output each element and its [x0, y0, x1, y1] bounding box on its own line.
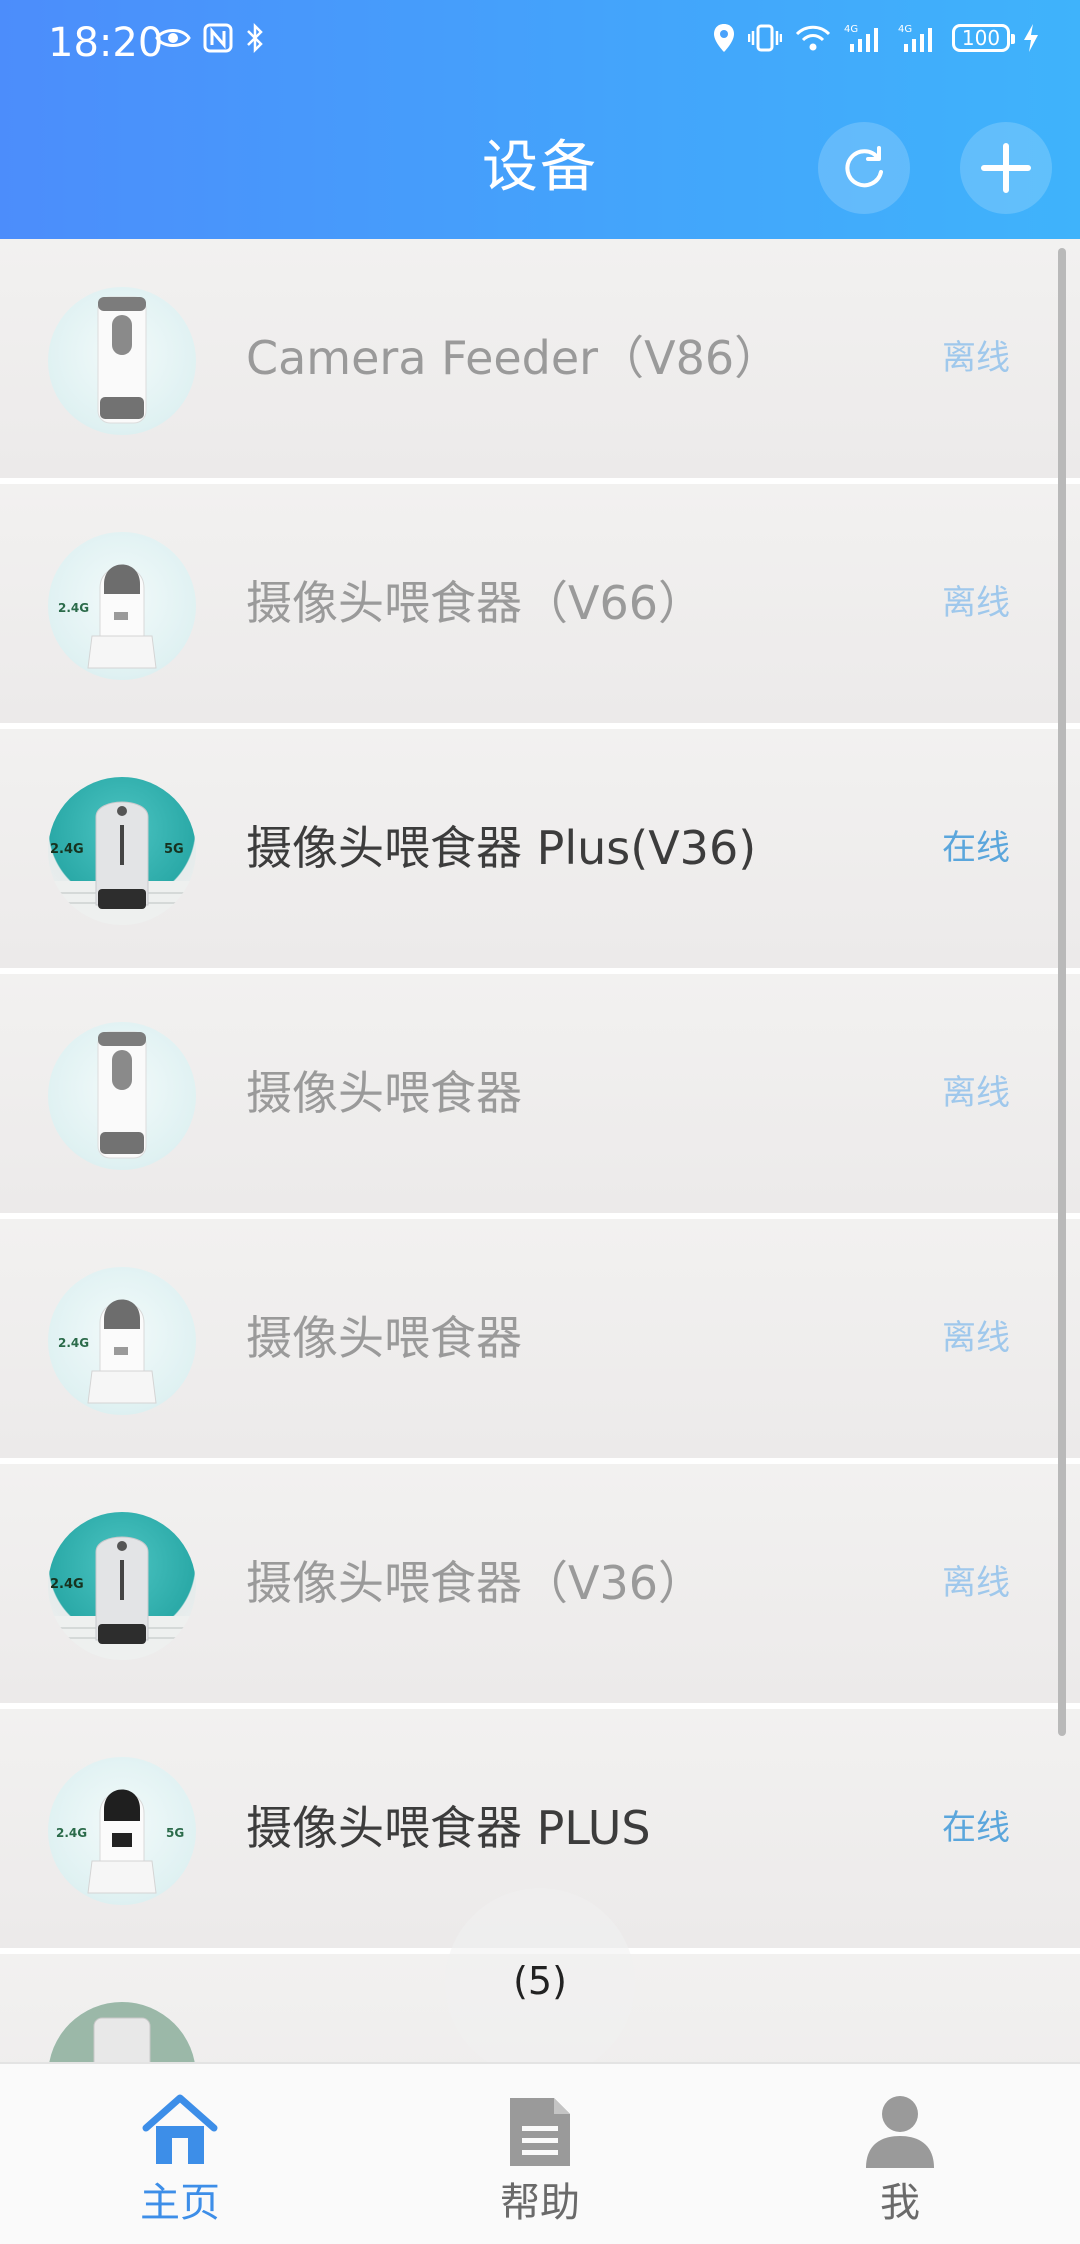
- charging-icon: [1024, 24, 1038, 52]
- feeder-image-icon: 2.4G 5G: [48, 801, 196, 925]
- status-right-icons: 4G 4G 100: [712, 22, 1040, 54]
- device-status: 在线: [942, 1808, 1010, 1848]
- device-name: 摄像头喂食器（V36）: [246, 1556, 705, 1610]
- page-title: 设备: [482, 135, 598, 200]
- user-icon: [866, 2096, 934, 2168]
- device-thumbnail: [48, 1022, 196, 1170]
- device-status: 离线: [942, 338, 1010, 378]
- device-name: 摄像头喂食器 PLUS: [246, 1801, 651, 1855]
- device-status: 在线: [942, 828, 1010, 868]
- feeder-image-icon: [48, 2002, 196, 2062]
- nav-home-label: 主页: [140, 2180, 220, 2226]
- svg-text:4G: 4G: [844, 24, 858, 35]
- device-row[interactable]: 2.4G 5G 摄像头喂食器 Plus(V36) 在线: [0, 729, 1080, 974]
- device-thumbnail: [48, 287, 196, 435]
- location-icon: [714, 24, 734, 52]
- nav-help[interactable]: 帮助: [360, 2064, 720, 2244]
- device-row[interactable]: 摄像头喂食器 离线: [0, 974, 1080, 1219]
- home-icon: [142, 2094, 218, 2164]
- device-status: 离线: [942, 1073, 1010, 1113]
- add-device-button[interactable]: [960, 122, 1052, 214]
- feeder-image-icon: 2.4G: [58, 564, 157, 669]
- status-left-icons: [155, 22, 265, 54]
- svg-text:4G: 4G: [898, 24, 912, 35]
- device-status: 离线: [942, 1318, 1010, 1358]
- signal-icon-2: 4G: [898, 24, 932, 52]
- badge-24g: 2.4G: [58, 601, 89, 615]
- badge-5g: 5G: [164, 842, 184, 857]
- device-list: Camera Feeder（V86） 离线 2.4G 摄像头喂食器（V66） 离…: [0, 239, 1080, 2062]
- battery-indicator: 100: [952, 24, 1015, 52]
- feeder-image-icon: 2.4G 5G: [56, 1789, 184, 1894]
- feeder-image-icon: [97, 1031, 147, 1159]
- device-thumbnail: 2.4G: [48, 1512, 196, 1660]
- device-row[interactable]: 2.4G 摄像头喂食器 离线: [0, 1219, 1080, 1464]
- plus-icon: [981, 143, 1031, 193]
- nav-me-label: 我: [880, 2180, 920, 2226]
- badge-24g: 2.4G: [50, 842, 84, 857]
- wifi-icon: [795, 25, 831, 51]
- page-indicator-label: (5): [513, 1959, 567, 2003]
- device-row[interactable]: 2.4G 摄像头喂食器（V66） 离线: [0, 484, 1080, 729]
- device-name: Camera Feeder（V86）: [246, 331, 781, 385]
- badge-5g: 5G: [166, 1826, 184, 1840]
- device-name: 摄像头喂食器（V66）: [246, 576, 705, 630]
- refresh-button[interactable]: [818, 122, 910, 214]
- device-name: 摄像头喂食器: [246, 1066, 522, 1120]
- device-status: 离线: [942, 583, 1010, 623]
- status-bar: 18:20 4G 4G 100: [0, 0, 1080, 86]
- device-thumbnail: 2.4G 5G: [48, 777, 196, 925]
- vibrate-icon: [748, 24, 782, 52]
- document-icon: [510, 2098, 570, 2166]
- badge-24g: 2.4G: [50, 1577, 84, 1592]
- nav-me[interactable]: 我: [720, 2064, 1080, 2244]
- device-thumbnail: 2.4G: [48, 1267, 196, 1415]
- scrollbar[interactable]: [1058, 248, 1066, 1736]
- device-name: 摄像头喂食器: [246, 1311, 522, 1365]
- device-thumbnail: 2.4G: [48, 532, 196, 680]
- badge-24g: 2.4G: [56, 1826, 87, 1840]
- page-indicator: (5): [445, 1888, 635, 2078]
- nav-help-label: 帮助: [500, 2180, 580, 2226]
- status-time: 18:20: [48, 20, 164, 66]
- nav-home[interactable]: 主页: [0, 2064, 360, 2244]
- device-name: 摄像头喂食器 Plus(V36): [246, 821, 757, 875]
- feeder-image-icon: 2.4G: [58, 1299, 157, 1404]
- refresh-icon: [845, 146, 883, 188]
- app-root: 18:20 4G 4G 100 设备 Camera Feeder（V86） 离线…: [0, 0, 1080, 2244]
- feeder-image-icon: 2.4G: [48, 1536, 196, 1660]
- signal-icon-1: 4G: [844, 24, 878, 52]
- eye-icon: [155, 29, 191, 47]
- badge-24g: 2.4G: [58, 1336, 89, 1350]
- bluetooth-icon: [247, 22, 263, 54]
- device-row[interactable]: Camera Feeder（V86） 离线: [0, 239, 1080, 484]
- feeder-image-icon: [97, 296, 147, 424]
- device-thumbnail: 2.4G 5G: [48, 1757, 196, 1905]
- bottom-nav: 主页 帮助 我: [0, 2062, 1080, 2244]
- header: 18:20 4G 4G 100 设备: [0, 0, 1080, 239]
- device-thumbnail: [48, 2002, 196, 2062]
- nfc-icon: [203, 23, 233, 53]
- device-row[interactable]: 2.4G 摄像头喂食器（V36） 离线: [0, 1464, 1080, 1709]
- device-status: 离线: [942, 1563, 1010, 1603]
